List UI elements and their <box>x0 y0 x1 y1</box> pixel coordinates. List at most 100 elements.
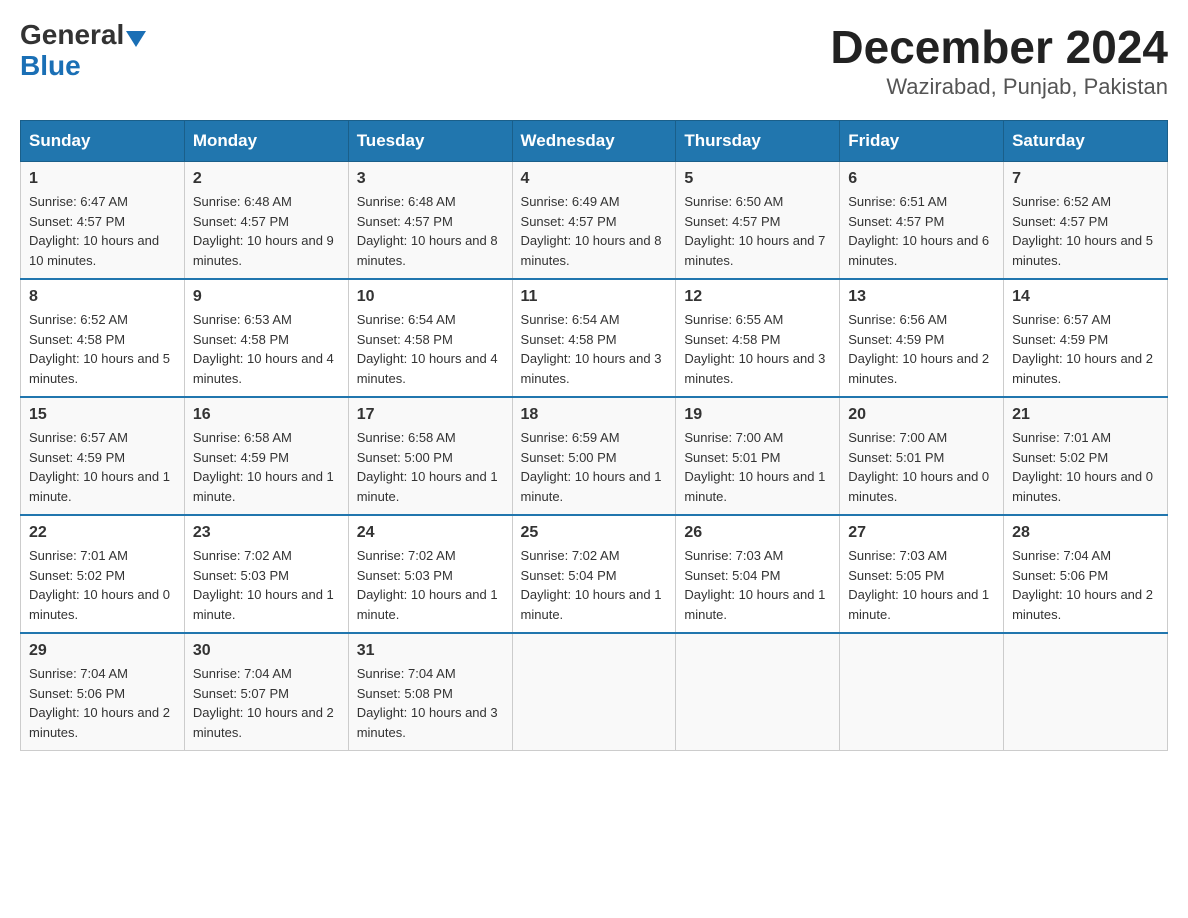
daylight-label: Daylight: 10 hours and 1 minute. <box>357 587 498 622</box>
table-row: 1 Sunrise: 6:47 AM Sunset: 4:57 PM Dayli… <box>21 162 185 280</box>
day-number: 14 <box>1012 288 1159 306</box>
daylight-label: Daylight: 10 hours and 4 minutes. <box>193 351 334 386</box>
day-info: Sunrise: 6:54 AM Sunset: 4:58 PM Dayligh… <box>521 310 668 388</box>
day-number: 12 <box>684 288 831 306</box>
day-number: 21 <box>1012 406 1159 424</box>
sunset-label: Sunset: 4:57 PM <box>29 214 125 229</box>
table-row: 28 Sunrise: 7:04 AM Sunset: 5:06 PM Dayl… <box>1004 515 1168 633</box>
day-info: Sunrise: 6:48 AM Sunset: 4:57 PM Dayligh… <box>357 192 504 270</box>
sunset-label: Sunset: 4:58 PM <box>684 332 780 347</box>
table-row: 7 Sunrise: 6:52 AM Sunset: 4:57 PM Dayli… <box>1004 162 1168 280</box>
day-number: 27 <box>848 524 995 542</box>
table-row: 11 Sunrise: 6:54 AM Sunset: 4:58 PM Dayl… <box>512 279 676 397</box>
header-tuesday: Tuesday <box>348 121 512 162</box>
table-row: 29 Sunrise: 7:04 AM Sunset: 5:06 PM Dayl… <box>21 633 185 751</box>
table-row: 3 Sunrise: 6:48 AM Sunset: 4:57 PM Dayli… <box>348 162 512 280</box>
table-row: 22 Sunrise: 7:01 AM Sunset: 5:02 PM Dayl… <box>21 515 185 633</box>
day-number: 8 <box>29 288 176 306</box>
day-number: 13 <box>848 288 995 306</box>
sunrise-label: Sunrise: 6:53 AM <box>193 312 292 327</box>
day-info: Sunrise: 7:00 AM Sunset: 5:01 PM Dayligh… <box>684 428 831 506</box>
sunrise-label: Sunrise: 7:02 AM <box>193 548 292 563</box>
day-number: 9 <box>193 288 340 306</box>
daylight-label: Daylight: 10 hours and 1 minute. <box>357 469 498 504</box>
sunrise-label: Sunrise: 6:57 AM <box>1012 312 1111 327</box>
sunrise-label: Sunrise: 7:00 AM <box>848 430 947 445</box>
table-row <box>676 633 840 751</box>
calendar-row-1: 1 Sunrise: 6:47 AM Sunset: 4:57 PM Dayli… <box>21 162 1168 280</box>
daylight-label: Daylight: 10 hours and 1 minute. <box>521 469 662 504</box>
sunrise-label: Sunrise: 7:04 AM <box>193 666 292 681</box>
sunset-label: Sunset: 4:57 PM <box>357 214 453 229</box>
sunset-label: Sunset: 5:04 PM <box>521 568 617 583</box>
day-info: Sunrise: 6:57 AM Sunset: 4:59 PM Dayligh… <box>1012 310 1159 388</box>
day-number: 11 <box>521 288 668 306</box>
day-info: Sunrise: 6:52 AM Sunset: 4:58 PM Dayligh… <box>29 310 176 388</box>
table-row: 12 Sunrise: 6:55 AM Sunset: 4:58 PM Dayl… <box>676 279 840 397</box>
sunrise-label: Sunrise: 6:48 AM <box>357 194 456 209</box>
day-number: 3 <box>357 170 504 188</box>
sunset-label: Sunset: 5:02 PM <box>1012 450 1108 465</box>
day-number: 19 <box>684 406 831 424</box>
sunrise-label: Sunrise: 6:49 AM <box>521 194 620 209</box>
header-sunday: Sunday <box>21 121 185 162</box>
page-header: General Blue December 2024 Wazirabad, Pu… <box>20 20 1168 100</box>
sunrise-label: Sunrise: 7:03 AM <box>684 548 783 563</box>
sunrise-label: Sunrise: 6:47 AM <box>29 194 128 209</box>
table-row <box>1004 633 1168 751</box>
sunset-label: Sunset: 4:59 PM <box>29 450 125 465</box>
table-row: 20 Sunrise: 7:00 AM Sunset: 5:01 PM Dayl… <box>840 397 1004 515</box>
day-info: Sunrise: 6:58 AM Sunset: 5:00 PM Dayligh… <box>357 428 504 506</box>
sunset-label: Sunset: 4:57 PM <box>521 214 617 229</box>
day-info: Sunrise: 7:02 AM Sunset: 5:04 PM Dayligh… <box>521 546 668 624</box>
daylight-label: Daylight: 10 hours and 7 minutes. <box>684 233 825 268</box>
sunset-label: Sunset: 4:59 PM <box>848 332 944 347</box>
day-number: 31 <box>357 642 504 660</box>
sunset-label: Sunset: 4:57 PM <box>1012 214 1108 229</box>
day-number: 1 <box>29 170 176 188</box>
header-friday: Friday <box>840 121 1004 162</box>
table-row: 17 Sunrise: 6:58 AM Sunset: 5:00 PM Dayl… <box>348 397 512 515</box>
daylight-label: Daylight: 10 hours and 0 minutes. <box>29 587 170 622</box>
day-info: Sunrise: 6:48 AM Sunset: 4:57 PM Dayligh… <box>193 192 340 270</box>
daylight-label: Daylight: 10 hours and 2 minutes. <box>29 705 170 740</box>
table-row: 4 Sunrise: 6:49 AM Sunset: 4:57 PM Dayli… <box>512 162 676 280</box>
sunset-label: Sunset: 4:58 PM <box>521 332 617 347</box>
day-number: 23 <box>193 524 340 542</box>
location-title: Wazirabad, Punjab, Pakistan <box>830 74 1168 100</box>
sunrise-label: Sunrise: 6:57 AM <box>29 430 128 445</box>
day-number: 6 <box>848 170 995 188</box>
sunset-label: Sunset: 4:58 PM <box>29 332 125 347</box>
day-info: Sunrise: 7:03 AM Sunset: 5:04 PM Dayligh… <box>684 546 831 624</box>
daylight-label: Daylight: 10 hours and 2 minutes. <box>1012 587 1153 622</box>
sunset-label: Sunset: 4:57 PM <box>684 214 780 229</box>
table-row: 5 Sunrise: 6:50 AM Sunset: 4:57 PM Dayli… <box>676 162 840 280</box>
table-row: 31 Sunrise: 7:04 AM Sunset: 5:08 PM Dayl… <box>348 633 512 751</box>
header-wednesday: Wednesday <box>512 121 676 162</box>
table-row: 18 Sunrise: 6:59 AM Sunset: 5:00 PM Dayl… <box>512 397 676 515</box>
sunset-label: Sunset: 4:57 PM <box>193 214 289 229</box>
day-number: 2 <box>193 170 340 188</box>
day-info: Sunrise: 7:04 AM Sunset: 5:06 PM Dayligh… <box>1012 546 1159 624</box>
sunrise-label: Sunrise: 6:58 AM <box>357 430 456 445</box>
sunset-label: Sunset: 5:03 PM <box>357 568 453 583</box>
daylight-label: Daylight: 10 hours and 1 minute. <box>193 587 334 622</box>
sunrise-label: Sunrise: 7:04 AM <box>29 666 128 681</box>
day-info: Sunrise: 6:52 AM Sunset: 4:57 PM Dayligh… <box>1012 192 1159 270</box>
daylight-label: Daylight: 10 hours and 10 minutes. <box>29 233 159 268</box>
table-row: 23 Sunrise: 7:02 AM Sunset: 5:03 PM Dayl… <box>184 515 348 633</box>
daylight-label: Daylight: 10 hours and 0 minutes. <box>1012 469 1153 504</box>
sunrise-label: Sunrise: 6:56 AM <box>848 312 947 327</box>
sunrise-label: Sunrise: 7:04 AM <box>357 666 456 681</box>
day-number: 28 <box>1012 524 1159 542</box>
day-info: Sunrise: 6:58 AM Sunset: 4:59 PM Dayligh… <box>193 428 340 506</box>
day-info: Sunrise: 6:56 AM Sunset: 4:59 PM Dayligh… <box>848 310 995 388</box>
day-info: Sunrise: 7:02 AM Sunset: 5:03 PM Dayligh… <box>193 546 340 624</box>
calendar-row-5: 29 Sunrise: 7:04 AM Sunset: 5:06 PM Dayl… <box>21 633 1168 751</box>
title-block: December 2024 Wazirabad, Punjab, Pakista… <box>830 20 1168 100</box>
sunset-label: Sunset: 5:01 PM <box>684 450 780 465</box>
day-number: 22 <box>29 524 176 542</box>
day-info: Sunrise: 7:01 AM Sunset: 5:02 PM Dayligh… <box>29 546 176 624</box>
day-info: Sunrise: 6:54 AM Sunset: 4:58 PM Dayligh… <box>357 310 504 388</box>
month-title: December 2024 <box>830 20 1168 74</box>
